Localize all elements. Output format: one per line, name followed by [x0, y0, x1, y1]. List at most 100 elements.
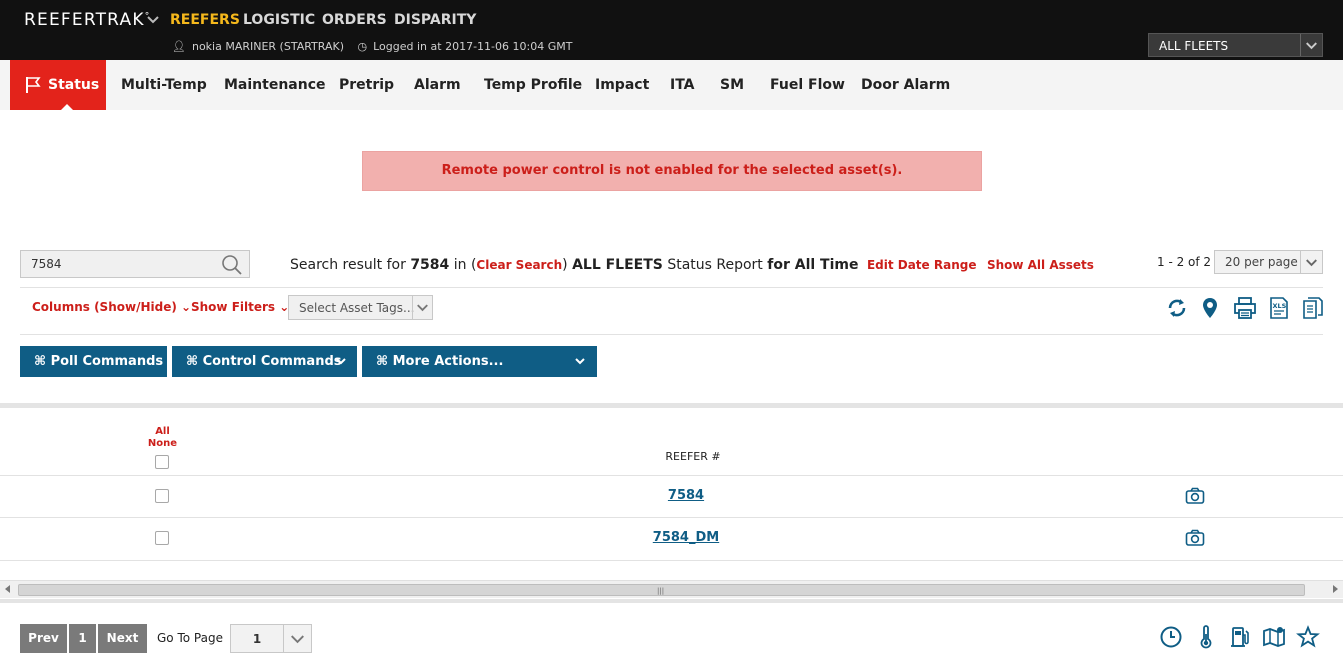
- printer-icon[interactable]: [1233, 296, 1257, 320]
- scrollbar-thumb[interactable]: |||: [18, 584, 1305, 596]
- tab-pretrip[interactable]: Pretrip: [339, 60, 394, 110]
- nav-reefers[interactable]: REEFERS: [170, 12, 240, 28]
- chevron-down-icon: [412, 296, 428, 319]
- result-prefix: Search result for: [290, 257, 406, 273]
- row-divider: [0, 560, 1343, 561]
- section-divider: [0, 403, 1343, 408]
- chevron-down-icon: [283, 625, 304, 652]
- chevron-down-icon[interactable]: [146, 13, 160, 27]
- result-report: Status Report: [667, 257, 763, 273]
- per-page-value: 20 per page: [1225, 255, 1298, 269]
- reefer-link[interactable]: 7584_DM: [626, 530, 746, 545]
- flag-icon: [26, 77, 41, 93]
- chevron-down-icon: [336, 358, 346, 365]
- edit-date-range-link[interactable]: Edit Date Range: [867, 258, 977, 272]
- go-to-page-value: 1: [252, 632, 262, 646]
- row-divider: [0, 475, 1343, 476]
- clock-small-icon: ◷: [357, 40, 368, 53]
- poll-commands-label: ⌘ Poll Commands: [34, 354, 164, 369]
- brand-logo[interactable]: REEFERTRAK°: [24, 10, 150, 30]
- show-all-assets-link[interactable]: Show All Assets: [987, 258, 1094, 272]
- tab-impact[interactable]: Impact: [595, 60, 649, 110]
- go-to-page-select[interactable]: 1: [230, 624, 312, 653]
- fuel-icon[interactable]: [1228, 625, 1252, 649]
- map-pin-icon[interactable]: [1198, 296, 1222, 320]
- grip-icon: |||: [657, 587, 665, 595]
- search-icon[interactable]: [221, 254, 243, 276]
- next-page-button[interactable]: Next: [98, 624, 147, 653]
- tab-status[interactable]: Status: [10, 60, 106, 111]
- pdf-export-icon[interactable]: [1301, 296, 1325, 320]
- tab-ita[interactable]: ITA: [670, 60, 695, 110]
- poll-commands-button[interactable]: ⌘ Poll Commands: [20, 346, 167, 377]
- tab-multi-temp[interactable]: Multi-Temp: [121, 60, 207, 110]
- show-filters-toggle[interactable]: Show Filters ⌄: [191, 300, 289, 314]
- nav-logistic[interactable]: LOGISTIC: [243, 12, 315, 28]
- chevron-down-icon: [1300, 251, 1317, 273]
- show-filters-label: Show Filters: [191, 300, 276, 314]
- chevron-down-icon: [1300, 34, 1317, 56]
- control-commands-label: ⌘ Control Commands: [186, 354, 342, 369]
- select-all-link[interactable]: All: [140, 426, 185, 438]
- search-term: 7584: [410, 257, 450, 273]
- svg-text:XLS: XLS: [1273, 302, 1287, 310]
- login-info: Logged in at 2017-11-06 10:04 GMT: [373, 40, 573, 53]
- scroll-right-arrow-icon[interactable]: [1333, 585, 1338, 593]
- fleet-select[interactable]: ALL FLEETS: [1148, 33, 1323, 57]
- result-in: in (: [453, 257, 477, 273]
- divider: [20, 287, 1323, 288]
- refresh-icon[interactable]: [1165, 296, 1189, 320]
- tab-pointer: [60, 104, 74, 111]
- row-checkbox[interactable]: [155, 531, 169, 545]
- tab-fuel-flow[interactable]: Fuel Flow: [770, 60, 845, 110]
- tab-alarm[interactable]: Alarm: [414, 60, 461, 110]
- thermometer-icon[interactable]: [1194, 625, 1218, 649]
- columns-label: Columns (Show/Hide): [32, 300, 177, 314]
- header-checkbox[interactable]: [155, 455, 169, 469]
- star-icon[interactable]: [1296, 625, 1320, 649]
- search-result-summary: Search result for 7584 in (Clear Search)…: [290, 257, 1094, 273]
- search-input[interactable]: [21, 251, 221, 277]
- fleet-select-value: ALL FLEETS: [1159, 39, 1229, 53]
- go-to-page-label: Go To Page: [157, 631, 223, 645]
- xls-export-icon[interactable]: XLS: [1267, 296, 1291, 320]
- tab-bar: Status Multi-Temp Maintenance Pretrip Al…: [0, 60, 1343, 111]
- result-period: for All Time: [767, 257, 859, 273]
- per-page-select[interactable]: 20 per page: [1214, 250, 1323, 274]
- tab-sm[interactable]: SM: [720, 60, 744, 110]
- clear-search-link[interactable]: Clear Search: [476, 258, 562, 272]
- reefer-link[interactable]: 7584: [626, 488, 746, 503]
- user-icon: 👤︎: [172, 40, 186, 53]
- tab-label: Status: [48, 77, 100, 93]
- top-header: REEFERTRAK° REEFERS LOGISTIC ORDERS DISP…: [0, 0, 1343, 60]
- user-info: 👤︎ nokia MARINER (STARTRAK) ◷ Logged in at…: [172, 40, 578, 53]
- tab-door-alarm[interactable]: Door Alarm: [861, 60, 950, 110]
- tab-maintenance[interactable]: Maintenance: [224, 60, 326, 110]
- select-all-none: All None: [140, 426, 185, 450]
- column-header-reefer[interactable]: REEFER #: [653, 450, 733, 463]
- row-checkbox[interactable]: [155, 489, 169, 503]
- chevron-down-icon: ⌄: [181, 300, 192, 314]
- select-none-link[interactable]: None: [140, 438, 185, 450]
- more-actions-label: ⌘ More Actions...: [376, 354, 504, 369]
- horizontal-scrollbar[interactable]: |||: [0, 580, 1343, 598]
- result-close-paren: ): [562, 257, 568, 273]
- camera-icon[interactable]: [1185, 487, 1205, 505]
- control-commands-button[interactable]: ⌘ Control Commands: [172, 346, 357, 377]
- tab-temp-profile[interactable]: Temp Profile: [484, 60, 582, 110]
- search-field[interactable]: [20, 250, 250, 278]
- clock-icon[interactable]: [1159, 625, 1183, 649]
- page-number-button[interactable]: 1: [69, 624, 96, 653]
- asset-tags-select[interactable]: Select Asset Tags...: [288, 295, 433, 320]
- more-actions-button[interactable]: ⌘ More Actions...: [362, 346, 597, 377]
- camera-icon[interactable]: [1185, 529, 1205, 547]
- asset-tags-placeholder: Select Asset Tags...: [299, 301, 415, 315]
- user-name: nokia MARINER (STARTRAK): [191, 40, 345, 53]
- columns-toggle[interactable]: Columns (Show/Hide) ⌄: [32, 300, 191, 314]
- map-icon[interactable]: [1262, 625, 1286, 649]
- prev-page-button[interactable]: Prev: [20, 624, 67, 653]
- nav-orders[interactable]: ORDERS: [322, 12, 387, 28]
- scroll-left-arrow-icon[interactable]: [5, 585, 10, 593]
- chevron-down-icon: [575, 358, 585, 365]
- nav-disparity[interactable]: DISPARITY: [394, 12, 476, 28]
